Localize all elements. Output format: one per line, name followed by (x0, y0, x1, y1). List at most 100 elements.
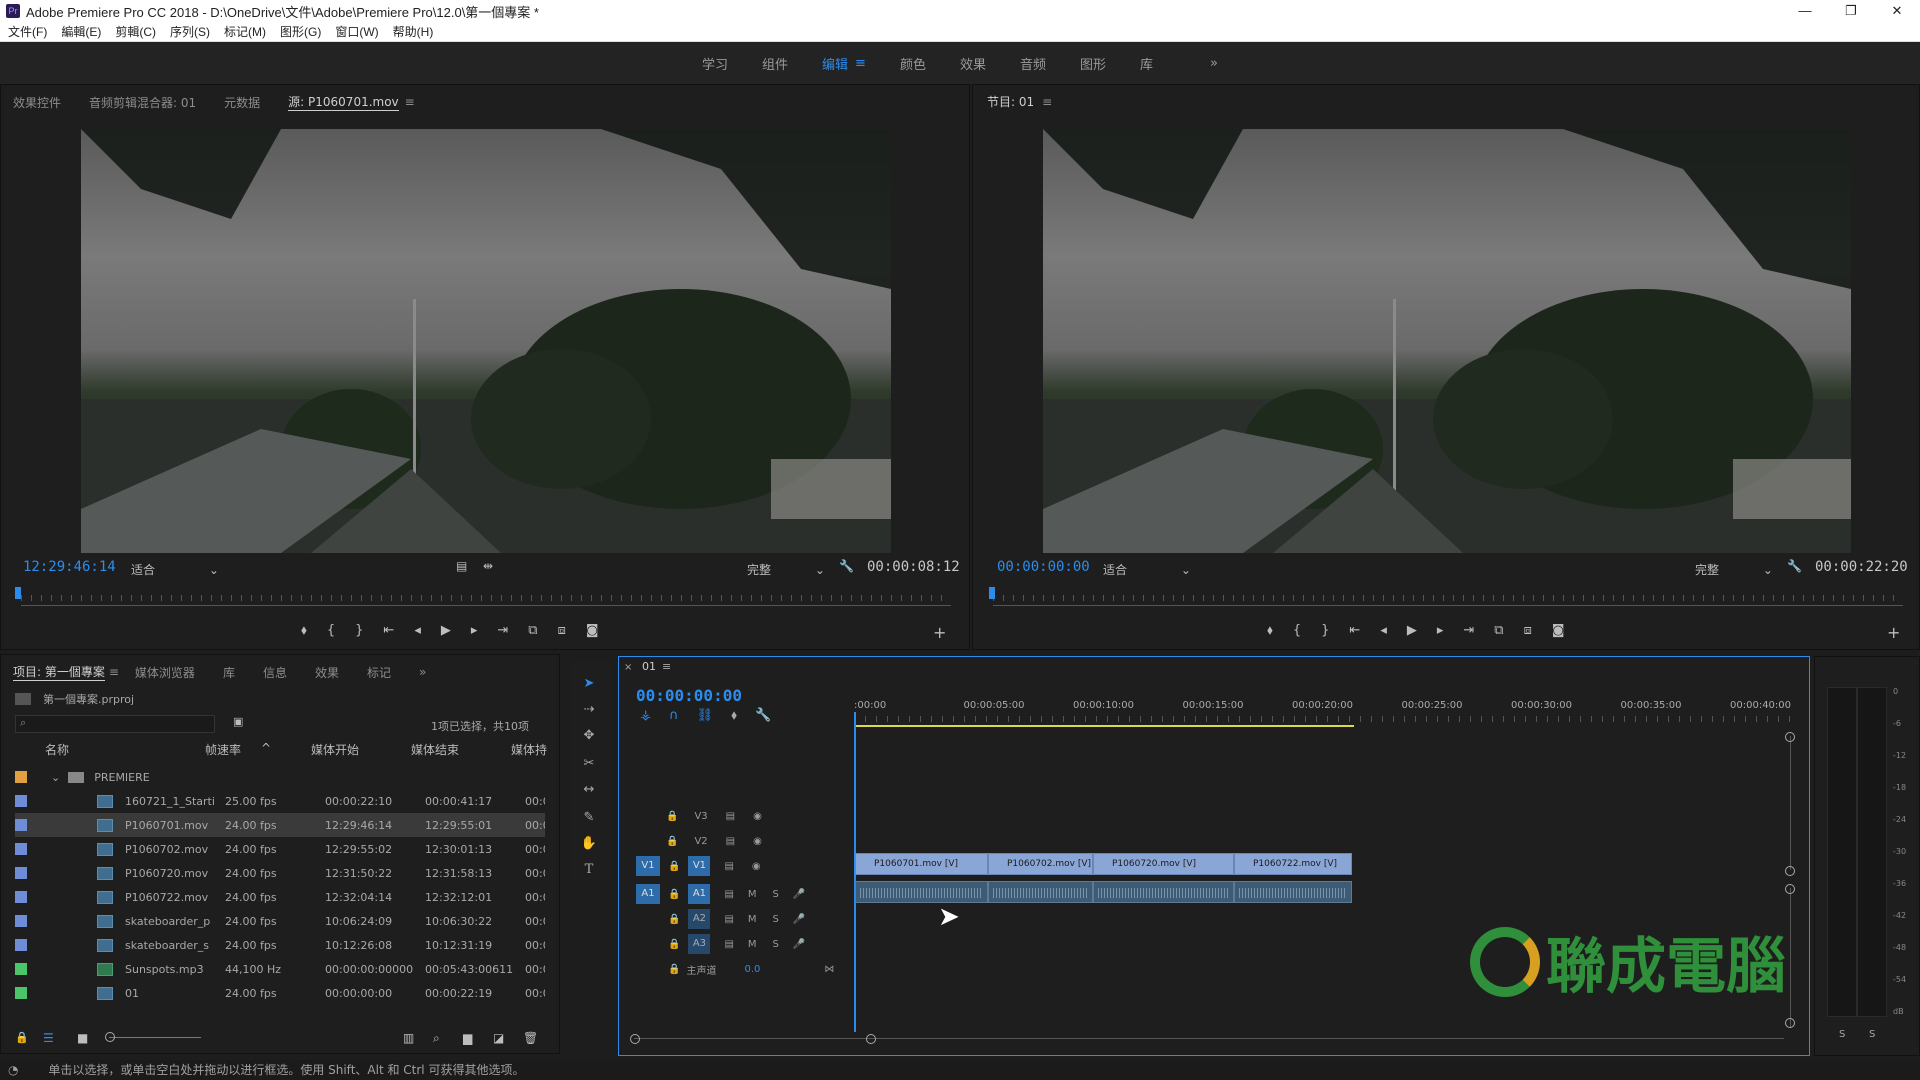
sort-ascending-icon[interactable]: ^ (261, 741, 311, 761)
program-play-icon[interactable]: ▶ (1407, 623, 1417, 638)
overwrite-icon[interactable]: ⧈ (558, 623, 566, 638)
sequence-tab-menu-icon[interactable]: ≡ (662, 660, 671, 673)
tab-effects[interactable]: 效果 (315, 664, 339, 681)
insert-icon[interactable]: ⧉ (528, 623, 537, 638)
source-patch-a1[interactable]: A1 (636, 884, 660, 904)
list-view-icon[interactable]: ☰ (43, 1031, 54, 1045)
col-name[interactable]: 名称 (45, 741, 205, 761)
project-item-row[interactable]: P1060701.mov 24.00 fps 12:29:46:14 12:29:55… (15, 813, 545, 837)
program-mark-out-icon[interactable]: } (1321, 623, 1329, 638)
meter-solo-right[interactable]: S (1869, 1029, 1875, 1040)
track-eye-icon[interactable]: ◉ (753, 836, 762, 847)
program-add-marker-icon[interactable]: ⬧ (1267, 623, 1273, 638)
close-button[interactable]: ✕ (1874, 0, 1920, 22)
project-item-row[interactable]: skateboarder_s 24.00 fps 10:12:26:08 10:12:… (15, 933, 545, 957)
program-add-button-icon[interactable]: + (1887, 623, 1900, 642)
label-swatch[interactable] (15, 819, 27, 831)
hscroll-handle-right[interactable] (866, 1034, 876, 1044)
track-label-a1[interactable]: A1 (688, 884, 711, 904)
tab-media-browser[interactable]: 媒体浏览器 (135, 664, 195, 681)
folder-expand-icon[interactable]: ⌄ (51, 771, 60, 784)
menu-clip[interactable]: 剪輯(C) (115, 23, 156, 40)
source-drag-icon[interactable]: ⇹ (483, 559, 493, 573)
program-step-back-icon[interactable]: ◂ (1380, 623, 1387, 638)
track-lock-icon[interactable]: 🔒 (668, 889, 680, 900)
project-item-row[interactable]: P1060720.mov 24.00 fps 12:31:50:22 12:31:58… (15, 861, 545, 885)
add-marker-icon[interactable]: ⬧ (301, 623, 307, 638)
track-lock-icon[interactable]: 🔒 (668, 964, 680, 975)
maximize-button[interactable]: ❐ (1828, 0, 1874, 22)
hscroll-handle-left[interactable] (630, 1034, 640, 1044)
tabs-overflow-icon[interactable]: » (419, 665, 426, 679)
workspace-learning[interactable]: 学习 (702, 54, 728, 73)
vscroll-handle[interactable] (1785, 866, 1795, 876)
workspace-effects[interactable]: 效果 (960, 54, 986, 73)
clip-video-3[interactable]: P1060720.mov [V] (1093, 853, 1234, 875)
label-swatch[interactable] (15, 867, 27, 879)
voiceover-mic-icon[interactable]: 🎤 (793, 914, 805, 925)
menu-graphics[interactable]: 图形(G) (280, 23, 321, 40)
track-eye-icon[interactable]: ◉ (752, 861, 761, 872)
program-fit-dropdown[interactable]: 适合 ⌄ (1103, 561, 1191, 578)
col-media-end[interactable]: 媒体结束 (411, 741, 511, 761)
clip-video-1[interactable]: P1060701.mov [V] (855, 853, 988, 875)
panel-menu-icon[interactable]: ≡ (405, 95, 415, 109)
voiceover-mic-icon[interactable]: 🎤 (793, 939, 805, 950)
workspace-color[interactable]: 颜色 (900, 54, 926, 73)
tab-audio-clip-mixer[interactable]: 音频剪辑混合器: 01 (89, 94, 196, 111)
workspace-audio[interactable]: 音频 (1020, 54, 1046, 73)
snap-icon[interactable]: ∩ (669, 708, 679, 723)
track-select-tool-icon[interactable]: ⇢ (580, 702, 598, 720)
new-bin-icon[interactable]: ▆ (463, 1031, 472, 1045)
vscroll-handle[interactable] (1785, 732, 1795, 742)
timeline-horizontal-scrollbar[interactable] (634, 1038, 1784, 1039)
timeline-close-icon[interactable]: × (624, 662, 632, 673)
source-fit-dropdown[interactable]: 适合 ⌄ (131, 561, 219, 578)
menu-window[interactable]: 窗口(W) (335, 23, 378, 40)
timeline-settings-icon[interactable]: 🔧 (755, 708, 771, 723)
workspace-overflow-icon[interactable]: » (1210, 56, 1218, 71)
go-to-out-icon[interactable]: ⇥ (497, 623, 508, 638)
folder-row[interactable]: ⌄ PREMIERE (15, 765, 545, 789)
step-back-icon[interactable]: ◂ (414, 623, 421, 638)
track-eye-icon[interactable]: ◉ (753, 811, 762, 822)
type-tool-icon[interactable]: T (580, 862, 598, 880)
source-video-frame[interactable] (81, 129, 891, 553)
automate-to-sequence-icon[interactable]: ▥ (403, 1031, 414, 1045)
master-track-value[interactable]: 0.0 (744, 964, 760, 975)
program-zoom-bar[interactable] (993, 605, 1903, 606)
track-label-v1[interactable]: V1 (688, 856, 711, 876)
step-forward-icon[interactable]: ▸ (471, 623, 478, 638)
clip-audio-3[interactable] (1093, 881, 1234, 903)
solo-button[interactable]: S (773, 914, 779, 925)
track-sync-icon[interactable]: ▤ (726, 811, 735, 822)
menu-help[interactable]: 帮助(H) (393, 23, 434, 40)
workspace-assembly[interactable]: 组件 (762, 54, 788, 73)
label-swatch[interactable] (15, 963, 27, 975)
clip-video-2[interactable]: P1060702.mov [V] (988, 853, 1093, 875)
play-icon[interactable]: ▶ (441, 623, 451, 638)
track-label-v3[interactable]: V3 (694, 811, 707, 822)
track-sync-icon[interactable]: ▤ (726, 836, 735, 847)
minimize-button[interactable]: — (1782, 0, 1828, 22)
col-frame-rate[interactable]: 帧速率 (205, 741, 261, 761)
go-to-in-icon[interactable]: ⇤ (383, 623, 394, 638)
track-sync-icon[interactable]: ▤ (724, 861, 733, 872)
vscroll-handle[interactable] (1785, 1018, 1795, 1028)
timeline-add-marker-icon[interactable]: ⬧ (731, 708, 737, 723)
slip-tool-icon[interactable]: ↔ (580, 782, 598, 800)
tab-info[interactable]: 信息 (263, 664, 287, 681)
voiceover-mic-icon[interactable]: 🎤 (793, 889, 805, 900)
video-vertical-scrollbar[interactable] (1790, 736, 1791, 870)
clip-audio-4[interactable] (1234, 881, 1352, 903)
track-label-v2[interactable]: V2 (694, 836, 707, 847)
clip-audio-1[interactable] (855, 881, 988, 903)
export-frame-icon[interactable]: ◙ (586, 623, 599, 638)
workspace-libraries[interactable]: 库 (1140, 54, 1153, 73)
track-lock-icon[interactable]: 🔒 (666, 811, 678, 822)
workspace-graphics[interactable]: 图形 (1080, 54, 1106, 73)
program-playhead[interactable] (989, 587, 995, 599)
go-to-end-icon[interactable]: ⋈ (824, 964, 834, 975)
work-area-bar[interactable] (856, 725, 1354, 727)
tab-markers[interactable]: 标记 (367, 664, 391, 681)
